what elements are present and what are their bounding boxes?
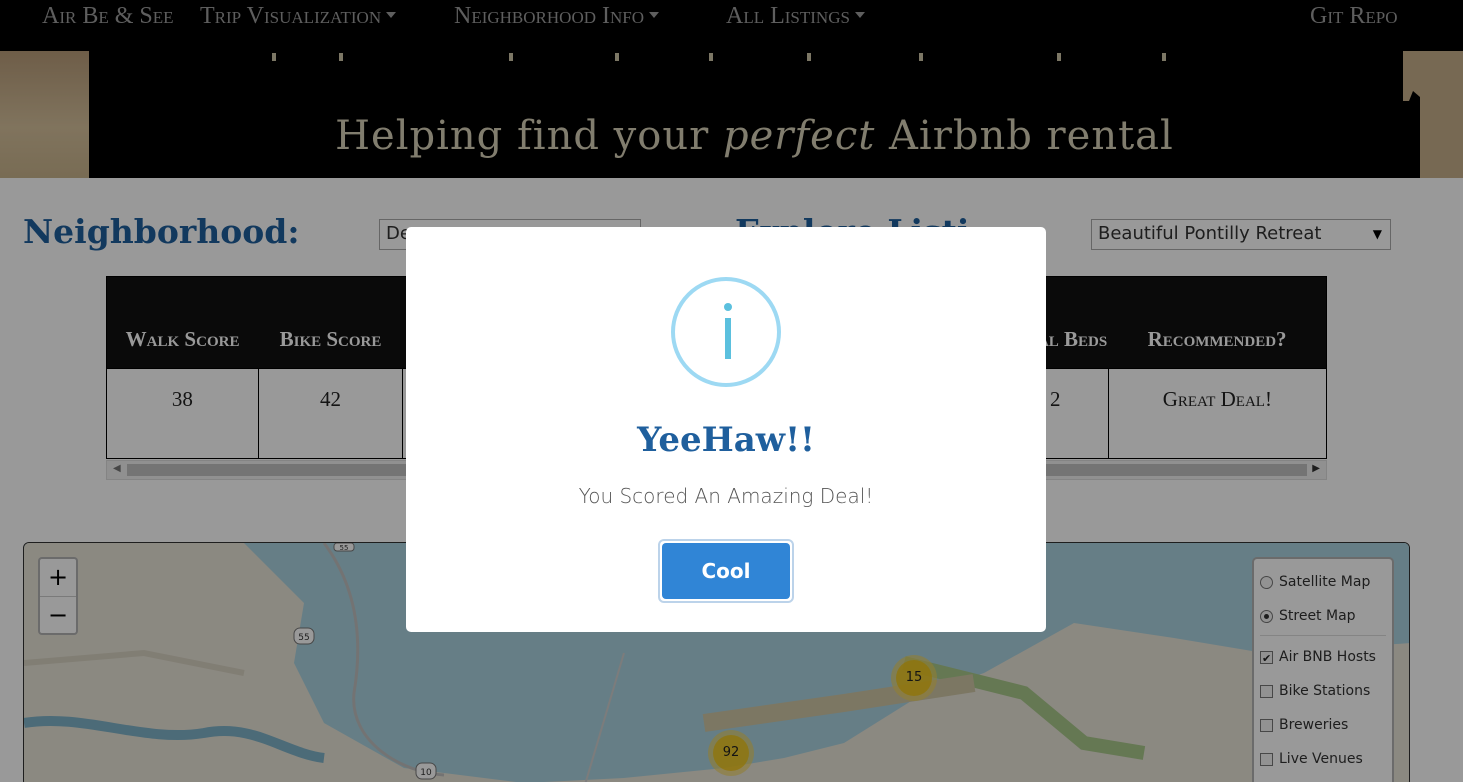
cool-button-label: Cool (662, 543, 790, 599)
cool-button[interactable]: Cool (658, 539, 794, 603)
modal-title: YeeHaw!! (637, 420, 815, 460)
alert-modal: YeeHaw!! You Scored An Amazing Deal! Coo… (406, 227, 1046, 632)
modal-message: You Scored An Amazing Deal! (578, 484, 874, 508)
info-icon-dot (724, 303, 732, 311)
info-icon (671, 277, 781, 387)
info-icon-bar (725, 318, 731, 359)
